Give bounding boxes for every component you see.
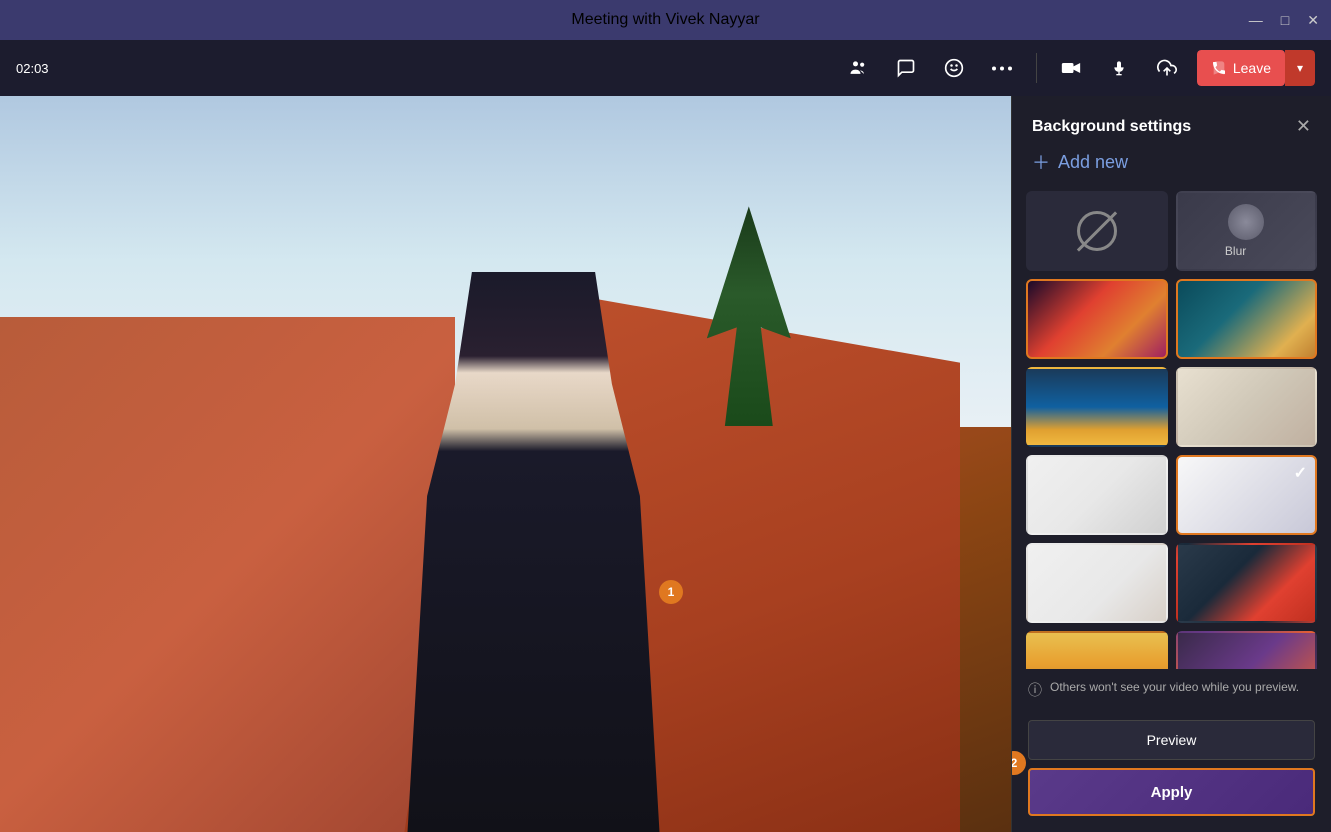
share-screen-button[interactable] xyxy=(1149,50,1185,86)
more-options-button[interactable] xyxy=(984,50,1020,86)
panel-header: Background settings ✕ xyxy=(1012,96,1331,149)
info-bar: ⓘ Others won't see your video while you … xyxy=(1012,669,1331,710)
add-new-label: Add new xyxy=(1058,152,1128,173)
leave-label: Leave xyxy=(1233,60,1271,76)
info-text: Others won't see your video while you pr… xyxy=(1050,679,1299,696)
chat-button[interactable] xyxy=(888,50,924,86)
minimize-button[interactable]: — xyxy=(1249,12,1263,28)
more-icon xyxy=(992,66,1012,71)
panel-close-button[interactable]: ✕ xyxy=(1296,116,1311,137)
background-option-6[interactable] xyxy=(1176,455,1318,535)
badge-2: 2 xyxy=(1011,751,1026,775)
background-option-4[interactable] xyxy=(1176,367,1318,447)
thumbnails-scroll-area[interactable]: Blur xyxy=(1012,191,1331,669)
video-background xyxy=(0,96,1011,832)
brick-wall-left xyxy=(0,317,455,832)
background-option-7[interactable] xyxy=(1026,543,1168,623)
chat-icon xyxy=(896,58,916,78)
preview-button[interactable]: Preview xyxy=(1028,720,1315,760)
background-option-3[interactable] xyxy=(1026,367,1168,447)
share-icon xyxy=(1157,58,1177,78)
leave-phone-icon xyxy=(1211,60,1227,76)
people-icon xyxy=(848,58,868,78)
background-option-1[interactable] xyxy=(1026,279,1168,359)
mic-toggle-button[interactable] xyxy=(1101,50,1137,86)
blur-circle xyxy=(1228,204,1264,240)
background-option-10[interactable] xyxy=(1176,631,1318,669)
background-settings-panel: Background settings ✕ ＋ Add new Blur xyxy=(1011,96,1331,832)
thumbnails-grid: Blur xyxy=(1026,191,1317,669)
title-bar: Meeting with Vivek Nayyar — □ ✕ xyxy=(0,0,1331,40)
leave-button[interactable]: Leave xyxy=(1197,50,1285,86)
no-background-icon xyxy=(1077,211,1117,251)
background-option-8[interactable] xyxy=(1176,543,1318,623)
background-none-option[interactable] xyxy=(1026,191,1168,271)
window-title: Meeting with Vivek Nayyar xyxy=(571,11,759,29)
background-option-5[interactable] xyxy=(1026,455,1168,535)
mic-icon xyxy=(1111,58,1127,78)
leave-chevron-button[interactable]: ▾ xyxy=(1285,50,1315,86)
background-blur-option[interactable]: Blur xyxy=(1176,191,1318,271)
window-controls: — □ ✕ xyxy=(1249,0,1319,40)
toolbar-divider xyxy=(1036,53,1037,83)
add-new-button[interactable]: ＋ Add new xyxy=(1012,149,1331,191)
panel-title: Background settings xyxy=(1032,118,1191,136)
main-content: 1 Background settings ✕ ＋ Add new Blur xyxy=(0,96,1331,832)
background-option-2[interactable] xyxy=(1176,279,1318,359)
maximize-button[interactable]: □ xyxy=(1281,12,1289,28)
close-button[interactable]: ✕ xyxy=(1307,12,1319,29)
reactions-icon xyxy=(944,58,964,78)
toolbar: 02:03 xyxy=(0,40,1331,96)
badge-1: 1 xyxy=(659,580,683,604)
video-toggle-button[interactable] xyxy=(1053,50,1089,86)
video-area: 1 xyxy=(0,96,1011,832)
toolbar-right-controls: Leave ▾ xyxy=(840,50,1315,86)
people-button[interactable] xyxy=(840,50,876,86)
panel-action-buttons: Preview Apply 2 xyxy=(1012,710,1331,832)
call-timer: 02:03 xyxy=(16,61,49,76)
video-icon xyxy=(1061,60,1081,76)
reactions-button[interactable] xyxy=(936,50,972,86)
info-icon: ⓘ xyxy=(1028,680,1042,700)
leave-button-group: Leave ▾ xyxy=(1197,50,1315,86)
blur-label: Blur xyxy=(1225,244,1246,258)
apply-button[interactable]: Apply xyxy=(1028,768,1315,816)
background-option-9[interactable] xyxy=(1026,631,1168,669)
plus-icon: ＋ xyxy=(1032,149,1050,175)
